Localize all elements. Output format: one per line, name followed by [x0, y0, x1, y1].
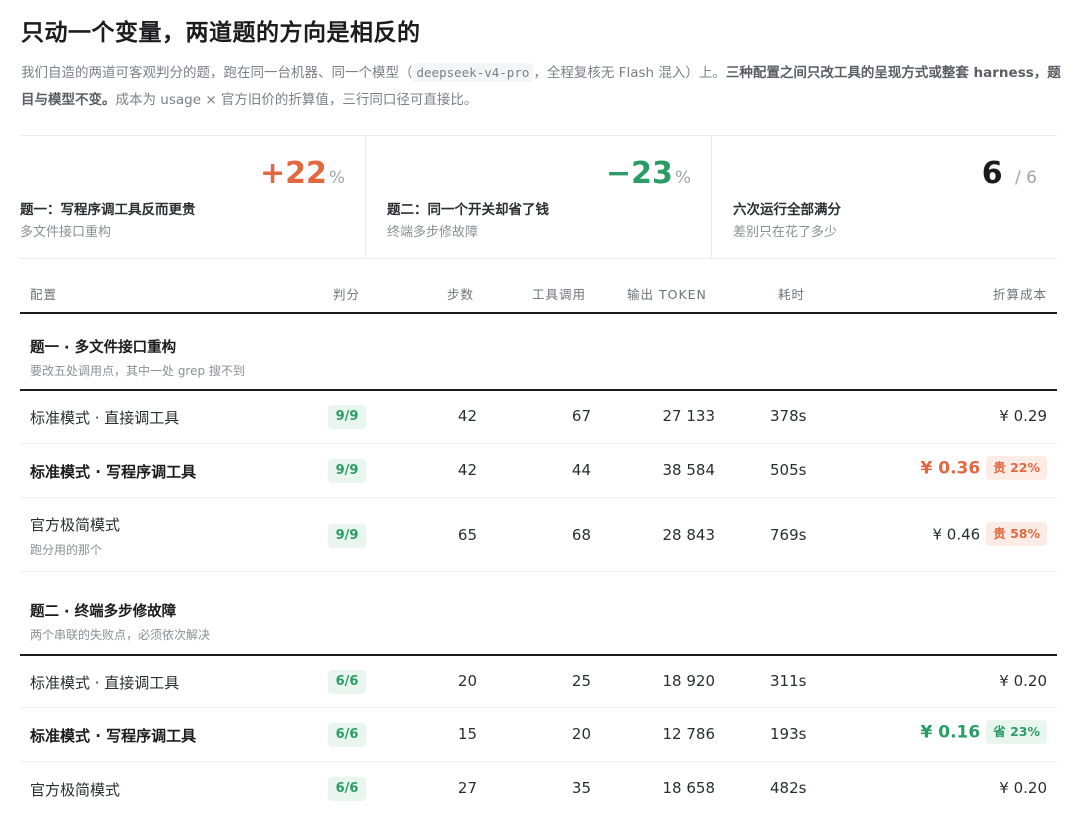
- section-header: 题一 · 多文件接口重构 要改五处调用点，其中一处 grep 搜不到: [20, 316, 1057, 391]
- section-title: 题二 · 终端多步修故障: [30, 604, 177, 620]
- table-row: 官方极简模式 6/6 27 35 18 658 482s ¥ 0.20: [20, 762, 1057, 814]
- col-tools-header: 工具调用: [532, 287, 587, 302]
- table-row: 标准模式 · 直接调工具 9/9 42 67 27 133 378s ¥ 0.2…: [20, 391, 1057, 444]
- section-title: 题一 · 多文件接口重构: [30, 340, 177, 356]
- table-header: 配置 判分 步数 工具调用 输出 TOKEN 耗时 折算成本: [20, 270, 1057, 314]
- time-value: 769s: [770, 526, 807, 544]
- intro-paragraph: 我们自造的两道可客观判分的题，跑在同一台机器、同一个模型（ deepseek-v4…: [21, 59, 1061, 114]
- cost-cell: ¥ 0.16 省 23%: [920, 720, 1047, 745]
- stat-value: 6 / 6: [982, 154, 1037, 198]
- col-config-header: 配置: [30, 287, 58, 302]
- cost-cell: ¥ 0.46 贵 58%: [932, 522, 1047, 547]
- stat-value: −23%: [606, 154, 691, 198]
- cost-value: ¥ 0.29: [999, 407, 1047, 425]
- stat-sub: 终端多步修故障: [387, 225, 479, 240]
- stat-label: 六次运行全部满分: [733, 202, 841, 218]
- stat-value: +22%: [260, 154, 345, 198]
- stat-sub: 差别只在花了多少: [733, 225, 838, 240]
- table-row: 官方极简模式 跑分用的那个 9/9 65 68 28 843 769s ¥ 0.…: [20, 498, 1057, 572]
- cost-value: ¥ 0.36: [920, 458, 981, 479]
- section-subtitle: 要改五处调用点，其中一处 grep 搜不到: [30, 364, 245, 378]
- intro-text-3: 成本为 usage × 官方旧价的折算值，三行同口径可直接比。: [115, 92, 478, 108]
- stat-label: 题二：同一个开关却省了钱: [387, 202, 549, 218]
- stat-number: 6: [981, 156, 1003, 191]
- col-output-header: 输出 TOKEN: [627, 287, 707, 302]
- output-value: 28 843: [662, 526, 716, 544]
- intro-text-1: 我们自造的两道可客观判分的题，跑在同一台机器、同一个模型（: [21, 65, 413, 81]
- stat-card: −23% 题二：同一个开关却省了钱 终端多步修故障: [366, 136, 712, 258]
- table-row: 标准模式 · 写程序调工具 9/9 42 44 38 584 505s ¥ 0.…: [20, 444, 1057, 498]
- stat-label: 题一：写程序调工具反而更贵: [20, 202, 196, 218]
- output-value: 18 920: [662, 672, 716, 690]
- col-steps-header: 步数: [447, 287, 475, 302]
- col-score-header: 判分: [333, 287, 361, 302]
- stat-unit: / 6: [1015, 168, 1037, 188]
- stat-unit: %: [674, 168, 691, 188]
- cost-cell: ¥ 0.36 贵 22%: [920, 456, 1047, 481]
- cost-value: ¥ 0.20: [999, 672, 1047, 690]
- cost-value: ¥ 0.16: [920, 722, 981, 743]
- cost-value: ¥ 0.46: [932, 525, 981, 544]
- section-header: 题二 · 终端多步修故障 两个串联的失败点，必须依次解决: [20, 572, 1057, 656]
- output-value: 12 786: [662, 725, 716, 743]
- cost-diff-badge: 贵 22%: [986, 456, 1047, 480]
- stat-sub: 多文件接口重构: [20, 225, 112, 240]
- intro-text-2: ，全程复核无 Flash 混入）上。: [533, 65, 726, 81]
- stat-card: +22% 题一：写程序调工具反而更贵 多文件接口重构: [20, 136, 366, 258]
- time-value: 482s: [770, 779, 807, 797]
- cost-value: ¥ 0.20: [999, 779, 1047, 797]
- time-value: 378s: [770, 407, 807, 425]
- page-title: 只动一个变量，两道题的方向是相反的: [21, 20, 421, 46]
- output-value: 27 133: [662, 407, 716, 425]
- time-value: 505s: [770, 461, 807, 479]
- cost-diff-badge: 贵 58%: [986, 522, 1047, 546]
- col-cost-header: 折算成本: [992, 287, 1047, 302]
- stat-number: −23: [605, 156, 673, 191]
- cost-diff-badge: 省 23%: [986, 720, 1047, 744]
- model-code: deepseek-v4-pro: [412, 63, 534, 82]
- table-row: 标准模式 · 直接调工具 6/6 20 25 18 920 311s ¥ 0.2…: [20, 656, 1057, 708]
- stat-card: 6 / 6 六次运行全部满分 差别只在花了多少: [712, 136, 1057, 258]
- col-time-header: 耗时: [778, 287, 806, 302]
- time-value: 193s: [770, 725, 807, 743]
- stats-panel: +22% 题一：写程序调工具反而更贵 多文件接口重构 −23% 题二：同一个开关…: [20, 135, 1057, 259]
- time-value: 311s: [770, 672, 807, 690]
- table-row: 标准模式 · 写程序调工具 6/6 15 20 12 786 193s ¥ 0.…: [20, 708, 1057, 762]
- stat-number: +22: [259, 156, 327, 191]
- output-value: 18 658: [662, 779, 716, 797]
- section-subtitle: 两个串联的失败点，必须依次解决: [30, 628, 211, 642]
- output-value: 38 584: [662, 461, 716, 479]
- stat-unit: %: [328, 168, 345, 188]
